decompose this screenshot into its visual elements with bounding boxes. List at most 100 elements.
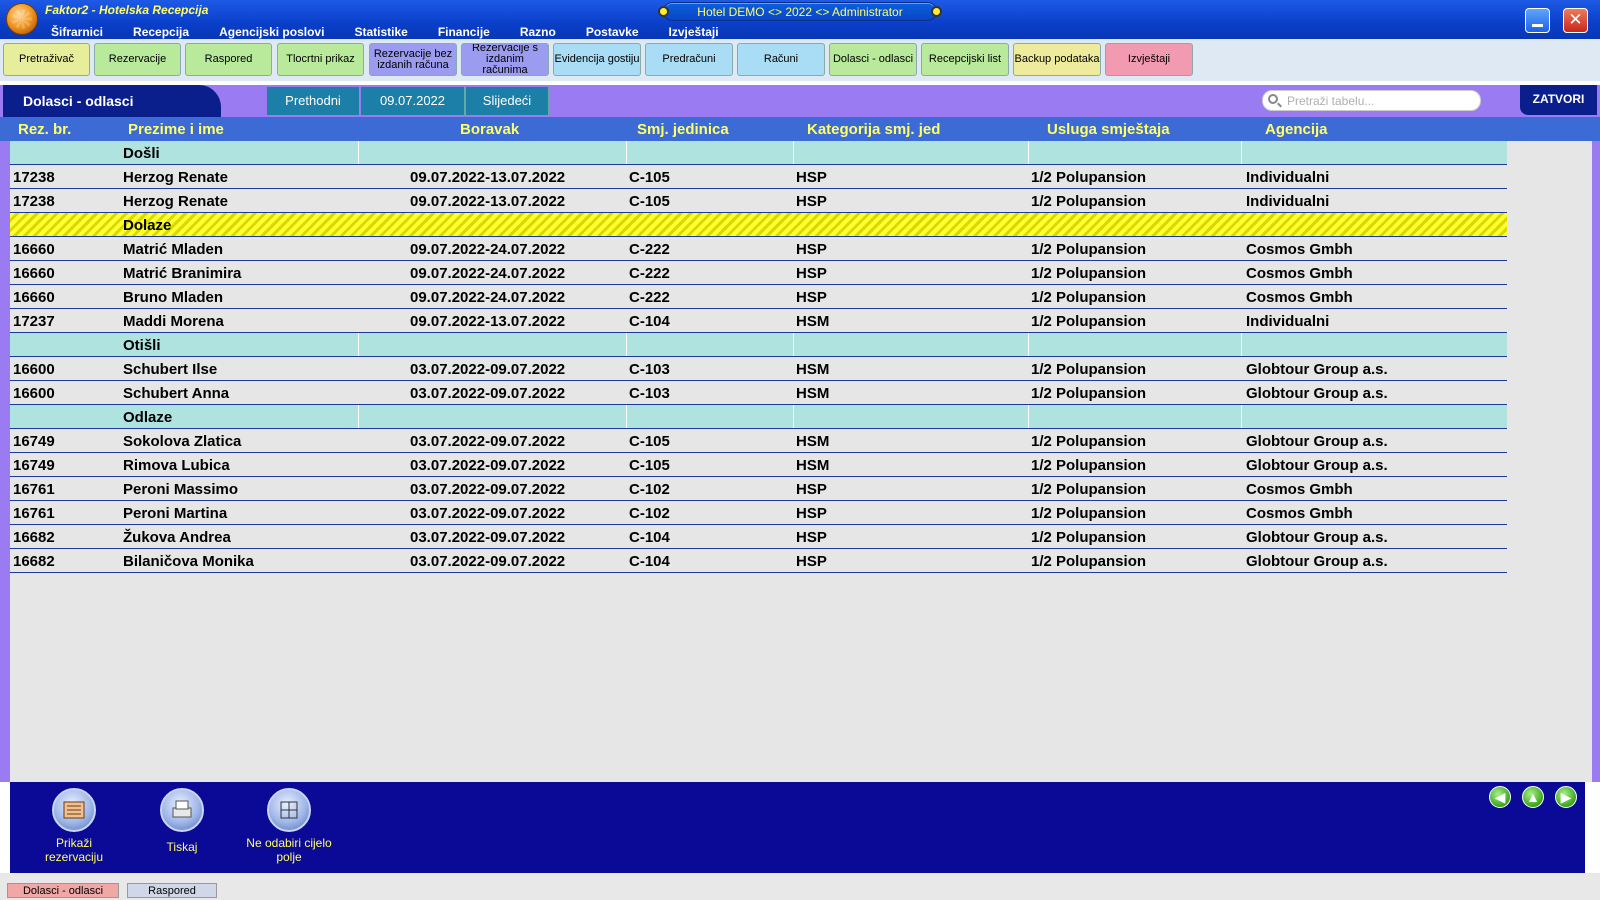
table-row[interactable]: 16600 Schubert Ilse 03.07.2022-09.07.2022 C…: [10, 357, 1507, 381]
arrow-left-icon[interactable]: ◀: [1489, 786, 1511, 808]
status-tab-raspored[interactable]: Raspored: [127, 883, 217, 898]
table-row[interactable]: 16660 Matrić Mladen 09.07.2022-24.07.2022 C…: [10, 237, 1507, 261]
group-row[interactable]: Odlaze: [10, 405, 1507, 429]
reservation-book-icon[interactable]: [52, 788, 96, 832]
cell-cat: HSP: [796, 553, 827, 570]
toolbar-rezervacije-s-racunima-button[interactable]: Rezervacije s izdanim računima: [461, 43, 549, 76]
close-button[interactable]: ZATVORI: [1520, 85, 1597, 115]
cell-name: Matrić Mladen: [123, 241, 224, 258]
current-date[interactable]: 09.07.2022: [361, 87, 465, 115]
group-label: Dolaze: [123, 217, 172, 234]
search-icon: [1268, 94, 1278, 104]
menu-sifrarnici[interactable]: Šifrarnici: [51, 24, 103, 40]
toolbar-racuni-button[interactable]: Računi: [737, 43, 825, 76]
next-day-button[interactable]: Slijedeći: [466, 87, 549, 115]
cell-service: 1/2 Polupansion: [1031, 457, 1147, 474]
cell-service: 1/2 Polupansion: [1031, 505, 1147, 522]
menu-razno[interactable]: Razno: [520, 24, 556, 40]
toolbar-izvjestaji-button[interactable]: Izvještaji: [1105, 43, 1193, 76]
table-row[interactable]: 17237 Maddi Morena 09.07.2022-13.07.2022 C-…: [10, 309, 1507, 333]
menu-agencijski-poslovi[interactable]: Agencijski poslovi: [219, 24, 324, 40]
table-row[interactable]: 16761 Peroni Massimo 03.07.2022-09.07.2022…: [10, 477, 1507, 501]
deselect-field-action[interactable]: Ne odabiri cijelo polje: [244, 788, 334, 864]
col-header-rez-br[interactable]: Rez. br.: [18, 121, 71, 138]
arrow-up-icon[interactable]: ▲: [1522, 786, 1544, 808]
table-row[interactable]: 16682 Bilaničova Monika 03.07.2022-09.07.2…: [10, 549, 1507, 573]
toolbar-recepcijski-list-button[interactable]: Recepcijski list: [921, 43, 1009, 76]
cell-service: 1/2 Polupansion: [1031, 289, 1147, 306]
toolbar-rezervacije-bez-racuna-button[interactable]: Rezervacije bez izdanih računa: [369, 43, 457, 76]
table-row[interactable]: 16660 Bruno Mladen 09.07.2022-24.07.2022 C-…: [10, 285, 1507, 309]
table-row[interactable]: 16660 Matrić Branimira 09.07.2022-24.07.20…: [10, 261, 1507, 285]
table-row[interactable]: 16761 Peroni Martina 03.07.2022-09.07.2022…: [10, 501, 1507, 525]
col-header-kategorija[interactable]: Kategorija smj. jed: [807, 121, 940, 138]
cell-rez: 16749: [13, 433, 55, 450]
search-input[interactable]: [1287, 93, 1475, 109]
col-header-agencija[interactable]: Agencija: [1265, 121, 1328, 138]
cell-service: 1/2 Polupansion: [1031, 169, 1147, 186]
menu-statistike[interactable]: Statistike: [354, 24, 407, 40]
cell-unit: C-105: [629, 433, 670, 450]
status-bar: Dolasci - odlasci Raspored: [0, 873, 1600, 900]
page-title: Dolasci - odlasci: [3, 85, 221, 117]
toolbar-rezervacije-button[interactable]: Rezervacije: [94, 43, 181, 76]
menu-izvjestaji[interactable]: Izvještaji: [669, 24, 719, 40]
status-tab-dolasci-odlasci[interactable]: Dolasci - odlasci: [7, 883, 119, 898]
group-row[interactable]: Dolaze: [10, 213, 1507, 237]
cell-stay: 03.07.2022-09.07.2022: [410, 553, 566, 570]
cell-stay: 09.07.2022-13.07.2022: [410, 193, 566, 210]
cell-unit: C-222: [629, 289, 670, 306]
cell-agency: Cosmos Gmbh: [1246, 505, 1353, 522]
cell-unit: C-102: [629, 505, 670, 522]
toolbar-backup-button[interactable]: Backup podataka: [1013, 43, 1101, 76]
col-header-smj-jedinica[interactable]: Smj. jedinica: [637, 121, 729, 138]
printer-icon[interactable]: [160, 788, 204, 832]
toolbar-evidencija-gostiju-button[interactable]: Evidencija gostiju: [553, 43, 641, 76]
print-action[interactable]: Tiskaj: [137, 788, 227, 854]
toolbar-dolasci-odlasci-button[interactable]: Dolasci - odlasci: [829, 43, 917, 76]
grid-select-icon[interactable]: [267, 788, 311, 832]
previous-day-button[interactable]: Prethodni: [267, 87, 360, 115]
cell-unit: C-102: [629, 481, 670, 498]
cell-cat: HSM: [796, 433, 830, 450]
cell-service: 1/2 Polupansion: [1031, 433, 1147, 450]
cell-rez: 17238: [13, 193, 55, 210]
cell-name: Herzog Renate: [123, 169, 229, 186]
toolbar-tlocrtni-prikaz-button[interactable]: Tlocrtni prikaz: [277, 43, 364, 76]
col-header-prezime-ime[interactable]: Prezime i ime: [128, 121, 224, 138]
table-row[interactable]: 16749 Sokolova Zlatica 03.07.2022-09.07.20…: [10, 429, 1507, 453]
toolbar-predracuni-button[interactable]: Predračuni: [645, 43, 733, 76]
group-cell-divider: [626, 405, 627, 428]
col-header-usluga[interactable]: Usluga smještaja: [1047, 121, 1170, 138]
cell-rez: 16749: [13, 457, 55, 474]
show-reservation-label: Prikaži rezervaciju: [44, 836, 104, 864]
cell-name: Schubert Ilse: [123, 361, 218, 378]
menu-financije[interactable]: Financije: [438, 24, 490, 40]
cell-rez: 17238: [13, 169, 55, 186]
cell-rez: 16761: [13, 481, 55, 498]
menu-recepcija[interactable]: Recepcija: [133, 24, 189, 40]
table-row[interactable]: 17238 Herzog Renate 09.07.2022-13.07.2022 C…: [10, 189, 1507, 213]
group-row[interactable]: Došli: [10, 141, 1507, 165]
toolbar-pretrazivac-button[interactable]: Pretraživač: [3, 43, 90, 76]
cell-name: Matrić Branimira: [123, 265, 242, 282]
toolbar-raspored-button[interactable]: Raspored: [185, 43, 272, 76]
menu-postavke[interactable]: Postavke: [586, 24, 639, 40]
table-row[interactable]: 16682 Žukova Andrea 03.07.2022-09.07.2022 C…: [10, 525, 1507, 549]
group-cell-divider: [793, 333, 794, 356]
table-row[interactable]: 17238 Herzog Renate 09.07.2022-13.07.2022 C…: [10, 165, 1507, 189]
minimize-icon[interactable]: [1525, 8, 1550, 33]
cell-unit: C-104: [629, 313, 670, 330]
show-reservation-action[interactable]: Prikaži rezervaciju: [29, 788, 119, 864]
cell-unit: C-104: [629, 553, 670, 570]
col-header-boravak[interactable]: Boravak: [460, 121, 519, 138]
table-row[interactable]: 16749 Rimova Lubica 03.07.2022-09.07.2022 C…: [10, 453, 1507, 477]
cell-stay: 09.07.2022-24.07.2022: [410, 289, 566, 306]
cell-unit: C-105: [629, 457, 670, 474]
table-row[interactable]: 16600 Schubert Anna 03.07.2022-09.07.2022 C…: [10, 381, 1507, 405]
group-row[interactable]: Otišli: [10, 333, 1507, 357]
window-close-icon[interactable]: ✕: [1563, 8, 1588, 33]
cell-rez: 16682: [13, 529, 55, 546]
deselect-field-label: Ne odabiri cijelo polje: [246, 836, 332, 864]
arrow-right-icon[interactable]: ▶: [1555, 786, 1577, 808]
